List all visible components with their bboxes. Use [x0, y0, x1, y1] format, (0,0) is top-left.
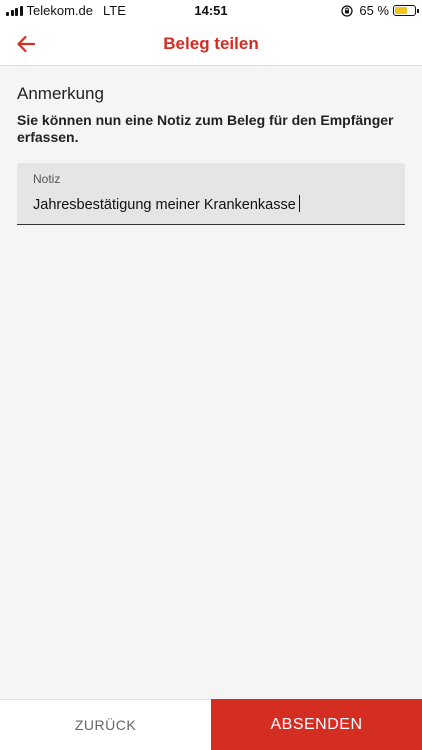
section-title: Anmerkung: [17, 84, 104, 103]
battery-icon: [393, 5, 419, 16]
send-button[interactable]: ABSENDEN: [211, 699, 422, 750]
note-input-text: Jahresbestätigung meiner Krankenkasse: [33, 197, 296, 213]
status-bar: Telekom.de LTE 14:51 65 %: [0, 0, 422, 22]
note-field[interactable]: Notiz Jahresbestätigung meiner Krankenka…: [17, 163, 405, 225]
text-cursor: [298, 195, 300, 212]
bottom-action-bar: ZURÜCK ABSENDEN: [0, 699, 422, 750]
battery-fill: [395, 7, 408, 14]
share-receipt-screen: Telekom.de LTE 14:51 65 % Beleg teilen A…: [0, 0, 422, 750]
note-input[interactable]: Jahresbestätigung meiner Krankenkasse: [33, 195, 300, 213]
back-text-button[interactable]: ZURÜCK: [0, 699, 211, 750]
section-description: Sie können nun eine Notiz zum Beleg für …: [17, 112, 394, 145]
note-field-label: Notiz: [33, 172, 61, 186]
battery-percent: 65 %: [359, 3, 389, 18]
app-header: Beleg teilen: [0, 22, 422, 66]
page-title: Beleg teilen: [163, 34, 259, 53]
orientation-lock-icon: [341, 4, 354, 17]
status-bar-right: 65 %: [341, 3, 419, 18]
